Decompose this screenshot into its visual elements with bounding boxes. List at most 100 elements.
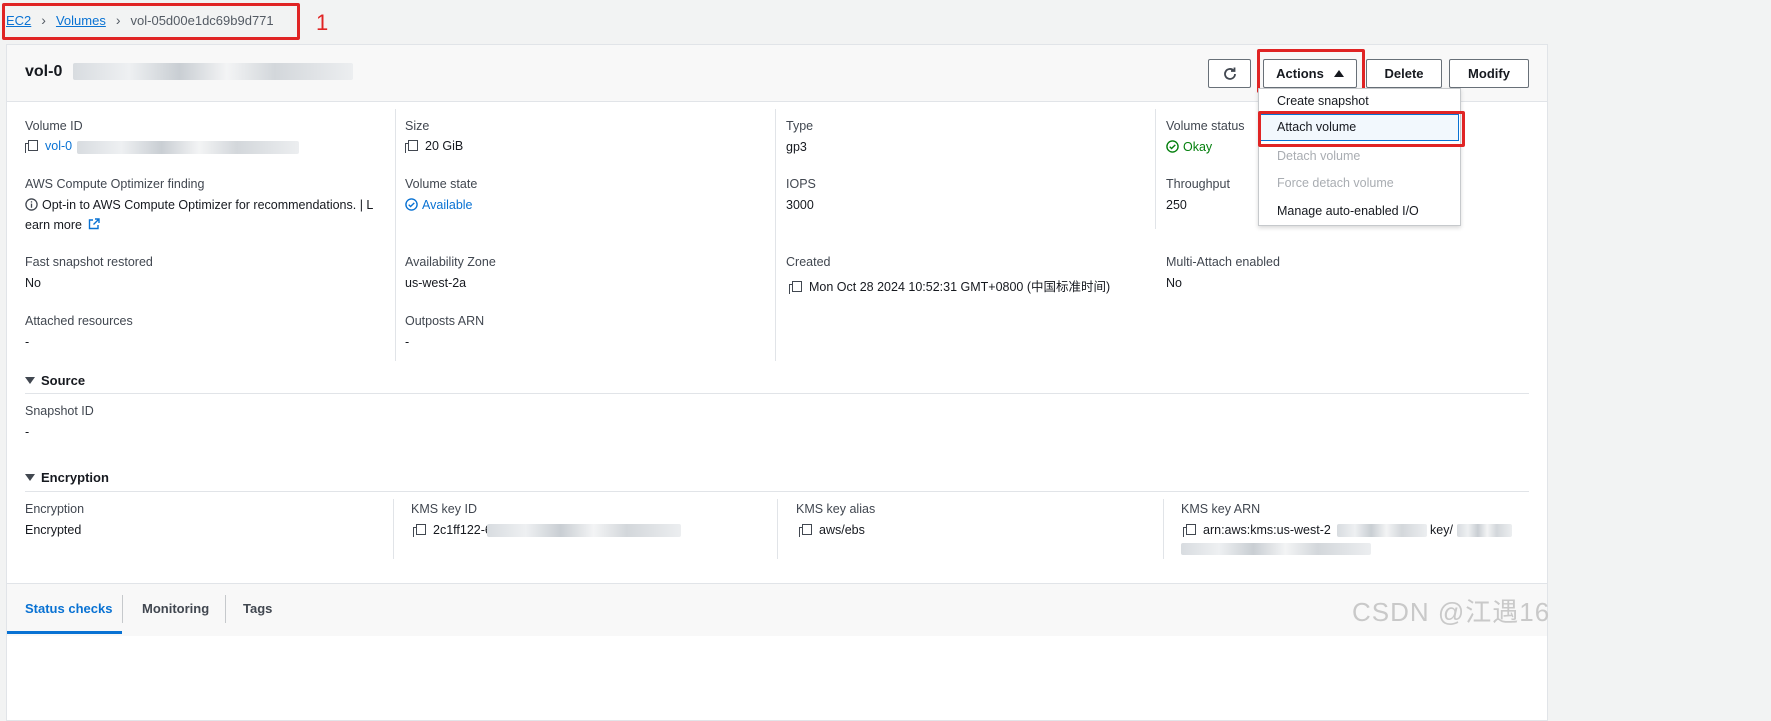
optimizer-value-row: Opt-in to AWS Compute Optimizer for reco…	[25, 198, 373, 212]
encryption-section-toggle[interactable]: Encryption	[25, 470, 109, 485]
breadcrumb-highlight-box	[2, 3, 300, 40]
multi-attach-label: Multi-Attach enabled	[1166, 255, 1280, 269]
kms-key-alias-value-row: aws/ebs	[799, 523, 865, 538]
tab-divider	[225, 595, 226, 623]
step-number-annotation: 1	[316, 10, 329, 35]
created-label: Created	[786, 255, 831, 269]
modify-button-label: Modify	[1468, 66, 1510, 81]
source-section-toggle[interactable]: Source	[25, 373, 85, 388]
info-icon	[25, 198, 38, 211]
redacted-kms-key-arn-line2	[1181, 543, 1371, 555]
modify-button[interactable]: Modify	[1449, 59, 1529, 88]
refresh-button[interactable]	[1208, 59, 1251, 88]
volume-id-link[interactable]: vol-0	[45, 139, 72, 153]
menu-item-detach-volume: Detach volume	[1277, 149, 1361, 163]
volume-title: vol-0	[25, 63, 63, 80]
iops-value: 3000	[786, 198, 814, 212]
tab-monitoring[interactable]: Monitoring	[142, 601, 209, 616]
az-label: Availability Zone	[405, 255, 496, 269]
outposts-label: Outposts ARN	[405, 314, 485, 328]
kms-key-alias-label: KMS key alias	[796, 502, 876, 516]
copy-icon[interactable]	[405, 139, 419, 154]
external-link-icon	[89, 218, 101, 230]
column-divider	[775, 109, 776, 361]
throughput-label: Throughput	[1166, 177, 1230, 191]
source-section-title: Source	[41, 373, 86, 388]
snapshot-id-value: -	[25, 425, 30, 439]
tab-tags[interactable]: Tags	[243, 601, 272, 616]
column-divider	[395, 109, 396, 361]
copy-icon[interactable]	[1183, 523, 1197, 538]
menu-item-force-detach-volume: Force detach volume	[1277, 176, 1394, 190]
volume-state-value-row: Available	[405, 198, 473, 212]
created-value-row: Mon Oct 28 2024 10:52:31 GMT+0800 (中国标准时…	[789, 276, 1110, 295]
az-value: us-west-2a	[405, 276, 467, 290]
copy-icon[interactable]	[789, 280, 803, 295]
redacted-kms-key-arn	[1337, 524, 1427, 537]
column-divider	[777, 499, 778, 559]
caret-down-icon	[25, 474, 35, 481]
column-divider	[1155, 109, 1156, 229]
optimizer-label: AWS Compute Optimizer finding	[25, 177, 205, 191]
throughput-value: 250	[1166, 198, 1187, 212]
kms-key-arn-label: KMS key ARN	[1181, 502, 1261, 516]
actions-dropdown-menu: Create snapshot Detach volume Force deta…	[1258, 88, 1461, 226]
size-value-row: 20 GiB	[405, 139, 463, 154]
size-value: 20 GiB	[425, 139, 464, 153]
volume-status-label: Volume status	[1166, 119, 1245, 133]
section-divider	[25, 491, 1529, 492]
created-value: Mon Oct 28 2024 10:52:31 GMT+0800 (中国标准时…	[809, 280, 1111, 294]
outposts-value: -	[405, 335, 410, 349]
learn-more-text: earn more	[25, 218, 82, 232]
delete-button[interactable]: Delete	[1366, 59, 1442, 88]
type-value: gp3	[786, 140, 807, 154]
encryption-label: Encryption	[25, 502, 85, 516]
menu-item-create-snapshot[interactable]: Create snapshot	[1277, 94, 1369, 108]
check-circle-icon	[405, 198, 418, 211]
tab-divider	[122, 595, 123, 623]
copy-icon[interactable]	[413, 523, 427, 538]
iops-label: IOPS	[786, 177, 816, 191]
fast-snapshot-value: No	[25, 276, 41, 290]
volume-status-value: Okay	[1183, 140, 1213, 154]
learn-more-link[interactable]: earn more	[25, 218, 101, 232]
check-circle-icon	[1166, 140, 1179, 153]
menu-item-manage-auto-enabled-io[interactable]: Manage auto-enabled I/O	[1277, 204, 1419, 218]
volume-state-label: Volume state	[405, 177, 478, 191]
redacted-volume-id-value	[77, 141, 299, 154]
section-divider	[25, 393, 1529, 394]
optimizer-text: Opt-in to AWS Compute Optimizer for reco…	[42, 198, 374, 212]
redacted-kms-key-id	[487, 524, 681, 537]
encryption-section-title: Encryption	[41, 470, 109, 485]
watermark: CSDN @江遇16	[1352, 597, 1551, 627]
kms-key-arn-value-row: arn:aws:kms:us-west-2	[1183, 523, 1331, 538]
attached-resources-label: Attached resources	[25, 314, 133, 328]
size-label: Size	[405, 119, 430, 133]
volume-status-value-row: Okay	[1166, 140, 1212, 154]
copy-icon[interactable]	[799, 523, 813, 538]
volume-id-value: vol-0	[25, 139, 72, 154]
tab-status-checks[interactable]: Status checks	[25, 601, 112, 616]
copy-icon[interactable]	[25, 139, 39, 154]
delete-button-label: Delete	[1384, 66, 1424, 81]
redacted-kms-key-arn-tail	[1457, 524, 1512, 537]
type-label: Type	[786, 119, 814, 133]
caret-down-icon	[25, 377, 35, 384]
column-divider	[393, 499, 394, 559]
volume-id-label: Volume ID	[25, 119, 83, 133]
fast-snapshot-label: Fast snapshot restored	[25, 255, 153, 269]
attached-resources-value: -	[25, 335, 30, 349]
kms-key-arn-suffix: key/	[1430, 523, 1453, 537]
actions-button-highlight-box	[1257, 49, 1365, 93]
redacted-volume-id	[73, 63, 353, 80]
kms-key-arn-value: arn:aws:kms:us-west-2	[1203, 523, 1331, 537]
kms-key-alias-value: aws/ebs	[819, 523, 865, 537]
encryption-value: Encrypted	[25, 523, 82, 537]
refresh-icon	[1223, 67, 1236, 80]
kms-key-id-label: KMS key ID	[411, 502, 477, 516]
column-divider	[1163, 499, 1164, 559]
multi-attach-value: No	[1166, 276, 1182, 290]
volume-state-value: Available	[422, 198, 473, 212]
active-tab-indicator	[7, 631, 122, 634]
snapshot-id-label: Snapshot ID	[25, 404, 94, 418]
